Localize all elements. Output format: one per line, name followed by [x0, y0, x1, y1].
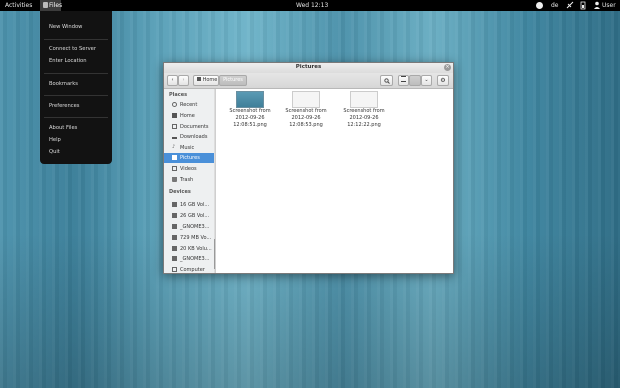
- download-icon: [172, 134, 177, 139]
- settings-button[interactable]: ⚙: [437, 75, 449, 86]
- sidebar-item-device[interactable]: 26 GB Vol...: [164, 211, 215, 221]
- sidebar-item-device[interactable]: 20 KB Volu...: [164, 244, 215, 254]
- sidebar-item-home[interactable]: Home: [164, 111, 215, 121]
- sidebar-item-downloads[interactable]: Downloads: [164, 132, 215, 142]
- drive-icon: [172, 256, 177, 261]
- path-current-button[interactable]: Pictures: [219, 75, 247, 86]
- sidebar-item-recent[interactable]: Recent: [164, 100, 215, 110]
- sidebar-item-documents[interactable]: Documents: [164, 122, 215, 132]
- view-options-button[interactable]: ⌄: [421, 75, 432, 86]
- file-name-line: 2012-09-26: [291, 115, 321, 121]
- file-item[interactable]: Screenshot from 2012-09-26 12:08:51.png: [220, 91, 280, 129]
- window-title: Pictures: [295, 64, 322, 70]
- window-titlebar[interactable]: Pictures ×: [164, 63, 453, 73]
- sidebar-item-videos[interactable]: Videos: [164, 164, 215, 174]
- user-menu[interactable]: User: [602, 0, 616, 11]
- files-app-icon: [43, 2, 48, 8]
- computer-icon: [172, 267, 177, 272]
- search-button[interactable]: [380, 75, 393, 86]
- image-thumbnail: [350, 91, 378, 108]
- menu-item-connect-to-server[interactable]: Connect to Server: [49, 46, 96, 52]
- menu-item-preferences[interactable]: Preferences: [49, 103, 80, 109]
- drive-icon: [172, 202, 177, 207]
- menu-item-new-window[interactable]: New Window: [49, 24, 82, 30]
- scrollbar-thumb[interactable]: [214, 239, 215, 269]
- sidebar-item-device[interactable]: _GNOME3...: [164, 254, 215, 264]
- menu-item-about-files[interactable]: About Files: [49, 125, 77, 131]
- file-name-line: 2012-09-26: [235, 115, 265, 121]
- gear-icon: ⚙: [440, 77, 446, 84]
- clock-icon: [172, 102, 177, 107]
- drive-icon: [172, 224, 177, 229]
- image-thumbnail: [292, 91, 320, 108]
- sidebar-item-device[interactable]: _GNOME3...: [164, 222, 215, 232]
- keyboard-layout[interactable]: de: [551, 0, 559, 11]
- forward-button[interactable]: ›: [178, 75, 189, 86]
- app-menu: New Window Connect to Server Enter Locat…: [40, 11, 112, 164]
- menu-item-bookmarks[interactable]: Bookmarks: [49, 81, 78, 87]
- menu-item-help[interactable]: Help: [49, 137, 61, 143]
- chevron-down-icon: ⌄: [424, 77, 429, 83]
- menu-separator: [44, 117, 108, 118]
- app-menu-button[interactable]: Files: [40, 0, 63, 11]
- sidebar-item-music[interactable]: ♪ Music: [164, 143, 215, 153]
- home-icon: [172, 113, 177, 118]
- close-icon[interactable]: ×: [444, 64, 451, 71]
- clock[interactable]: Wed 12:13: [296, 0, 328, 11]
- menu-separator: [44, 39, 108, 40]
- user-icon[interactable]: [594, 0, 600, 11]
- menu-separator: [44, 95, 108, 96]
- network-icon[interactable]: [566, 0, 574, 11]
- file-name-line: 2012-09-26: [349, 115, 379, 121]
- camera-icon: [172, 155, 177, 160]
- document-icon: [172, 124, 177, 129]
- file-name-line: 12:08:53.png: [289, 122, 323, 128]
- drive-icon: [172, 235, 177, 240]
- sidebar-scrollbar[interactable]: [214, 89, 215, 273]
- view-list-button[interactable]: [398, 75, 409, 86]
- path-home-label: Home: [202, 77, 218, 83]
- trash-icon: [172, 177, 177, 182]
- menu-item-enter-location[interactable]: Enter Location: [49, 58, 87, 64]
- file-item[interactable]: Screenshot from 2012-09-26 12:08:53.png: [276, 91, 336, 129]
- battery-icon[interactable]: [580, 0, 586, 11]
- file-name-line: 12:08:51.png: [233, 122, 267, 128]
- music-icon: ♪: [172, 144, 176, 150]
- image-thumbnail: [236, 91, 264, 108]
- sidebar-header-places: Places: [169, 92, 188, 98]
- view-list-icon: [401, 76, 406, 82]
- home-icon: [197, 77, 201, 81]
- sidebar-item-device[interactable]: 729 MB Vo...: [164, 233, 215, 243]
- sidebar-item-trash[interactable]: Trash: [164, 175, 215, 185]
- app-menu-label: Files: [49, 2, 63, 9]
- file-name-line: 12:12:22.png: [347, 122, 381, 128]
- menu-item-quit[interactable]: Quit: [49, 149, 60, 155]
- drive-icon: [172, 246, 177, 251]
- file-item[interactable]: Screenshot from 2012-09-26 12:12:22.png: [334, 91, 394, 129]
- sidebar-item-pictures[interactable]: Pictures: [164, 153, 215, 163]
- drive-icon: [172, 213, 177, 218]
- file-view[interactable]: Screenshot from 2012-09-26 12:08:51.png …: [216, 89, 453, 273]
- path-home-button[interactable]: Home: [193, 75, 219, 86]
- sidebar-item-computer[interactable]: Computer: [164, 265, 215, 273]
- files-window: Pictures × ‹ › Home Pictures ⌄ ⚙ Places …: [163, 62, 454, 274]
- path-current-label: Pictures: [223, 77, 243, 83]
- file-name-line: Screenshot from: [285, 108, 327, 114]
- activities-button[interactable]: Activities: [5, 0, 32, 11]
- file-name-line: Screenshot from: [343, 108, 385, 114]
- sidebar-item-device[interactable]: 16 GB Vol...: [164, 200, 215, 210]
- toolbar: ‹ › Home Pictures ⌄ ⚙: [164, 73, 453, 89]
- accessibility-icon[interactable]: [536, 2, 543, 9]
- sidebar: Places Recent Home Documents Downloads ♪…: [164, 89, 216, 273]
- search-icon: [383, 77, 390, 84]
- view-grid-button[interactable]: [409, 75, 421, 86]
- top-bar: Activities Files Wed 12:13 de User: [0, 0, 620, 11]
- film-icon: [172, 166, 177, 171]
- sidebar-header-devices: Devices: [169, 189, 191, 195]
- menu-separator: [44, 73, 108, 74]
- file-name-line: Screenshot from: [229, 108, 271, 114]
- back-button[interactable]: ‹: [167, 75, 178, 86]
